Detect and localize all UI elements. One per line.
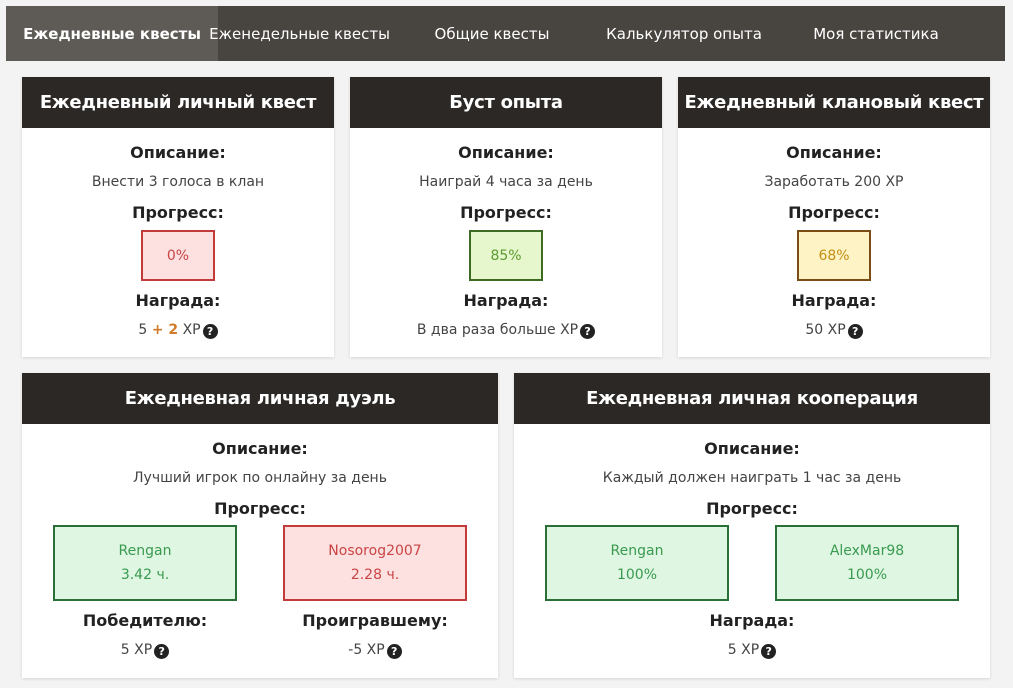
loser-label: Проигравшему: xyxy=(302,611,448,630)
description-text: Заработать 200 XP xyxy=(764,174,904,190)
card-title: Ежедневная личная кооперация xyxy=(514,373,990,424)
question-circle-icon[interactable]: ? xyxy=(580,324,596,339)
reward-text: 5 XP? xyxy=(514,642,990,659)
reward-label: Награда: xyxy=(135,291,221,310)
description-label: Описание: xyxy=(786,143,882,162)
player-progress-box: Rengan 100% xyxy=(545,525,729,601)
tab-label: Ежедневные квесты xyxy=(23,24,201,43)
player-name: Rengan xyxy=(118,543,172,559)
player-progress-box: Rengan 3.42 ч. xyxy=(53,525,237,601)
tab-general-quests[interactable]: Общие квесты xyxy=(381,6,603,61)
progress-label: Прогресс: xyxy=(214,499,306,518)
description-text: Внести 3 голоса в клан xyxy=(91,174,265,190)
progress-label: Прогресс: xyxy=(706,499,798,518)
reward-text: В два раза больше XP? xyxy=(350,322,662,339)
loser-reward-value: -5 XP xyxy=(348,642,385,658)
reward-unit: XP xyxy=(182,322,201,338)
player-name: Nosorog2007 xyxy=(328,543,422,559)
loser-reward: -5 XP? xyxy=(283,642,467,659)
player-name: AlexMar98 xyxy=(829,543,905,559)
card-daily-personal-coop: Ежедневная личная кооперация Описание: К… xyxy=(514,373,990,678)
tab-my-stats[interactable]: Моя статистика xyxy=(765,6,987,61)
player-progress-box: AlexMar98 100% xyxy=(775,525,959,601)
card-daily-personal-quest: Ежедневный личный квест Описание: Внести… xyxy=(22,77,334,357)
reward-bonus: + 2 xyxy=(151,322,179,338)
description-label: Описание: xyxy=(212,439,308,458)
description-label: Описание: xyxy=(458,143,554,162)
question-circle-icon[interactable]: ? xyxy=(202,324,218,339)
progress-value: 68% xyxy=(818,247,850,264)
player-value: 2.28 ч. xyxy=(350,567,400,583)
description-label: Описание: xyxy=(704,439,800,458)
card-title: Буст опыта xyxy=(350,77,662,128)
main-navbar: Ежедневные квесты Еженедельные квесты Об… xyxy=(6,6,1005,61)
player-progress-box: Nosorog2007 2.28 ч. xyxy=(283,525,467,601)
progress-label: Прогресс: xyxy=(132,203,224,222)
reward-text: 50 XP? xyxy=(678,322,990,339)
progress-label: Прогресс: xyxy=(460,203,552,222)
card-daily-personal-duel: Ежедневная личная дуэль Описание: Лучший… xyxy=(22,373,498,678)
description-label: Описание: xyxy=(130,143,226,162)
reward-value: В два раза больше XP xyxy=(416,322,579,338)
tab-label: Калькулятор опыта xyxy=(606,24,762,43)
player-value: 100% xyxy=(846,567,888,583)
progress-box: 68% xyxy=(797,230,871,281)
description-text: Каждый должен наиграть 1 час за день xyxy=(602,470,902,486)
progress-value: 0% xyxy=(166,247,190,264)
tab-label: Еженедельные квесты xyxy=(209,24,390,43)
progress-label: Прогресс: xyxy=(788,203,880,222)
tab-xp-calculator[interactable]: Калькулятор опыта xyxy=(603,6,765,61)
progress-box: 0% xyxy=(141,230,215,281)
question-circle-icon[interactable]: ? xyxy=(761,644,777,659)
reward-label: Награда: xyxy=(709,611,795,630)
player-name: Rengan xyxy=(610,543,664,559)
player-value: 100% xyxy=(616,567,658,583)
question-circle-icon[interactable]: ? xyxy=(847,324,863,339)
tab-label: Общие квесты xyxy=(434,24,550,43)
description-text: Наиграй 4 часа за день xyxy=(419,174,593,190)
card-title: Ежедневный клановый квест xyxy=(678,77,990,128)
progress-value: 85% xyxy=(490,247,522,264)
card-title: Ежедневная личная дуэль xyxy=(22,373,498,424)
reward-label: Награда: xyxy=(791,291,877,310)
reward-value: 5 XP xyxy=(727,642,760,658)
winner-reward: 5 XP? xyxy=(53,642,237,659)
tab-weekly-quests[interactable]: Еженедельные квесты xyxy=(209,6,390,61)
card-daily-clan-quest: Ежедневный клановый квест Описание: Зара… xyxy=(678,77,990,357)
winner-reward-value: 5 XP xyxy=(120,642,153,658)
reward-text: 5 + 2 XP? xyxy=(22,322,334,339)
question-circle-icon[interactable]: ? xyxy=(154,644,170,659)
card-xp-boost: Буст опыта Описание: Наиграй 4 часа за д… xyxy=(350,77,662,357)
reward-value: 50 XP xyxy=(805,322,846,338)
winner-label: Победителю: xyxy=(82,611,208,630)
tab-label: Моя статистика xyxy=(813,24,939,43)
card-title: Ежедневный личный квест xyxy=(22,77,334,128)
question-circle-icon[interactable]: ? xyxy=(386,644,402,659)
reward-label: Награда: xyxy=(463,291,549,310)
reward-base: 5 xyxy=(138,322,148,338)
tab-daily-quests[interactable]: Ежедневные квесты xyxy=(6,6,218,61)
description-text: Лучший игрок по онлайну за день xyxy=(133,470,387,486)
player-value: 3.42 ч. xyxy=(120,567,170,583)
progress-box: 85% xyxy=(469,230,543,281)
